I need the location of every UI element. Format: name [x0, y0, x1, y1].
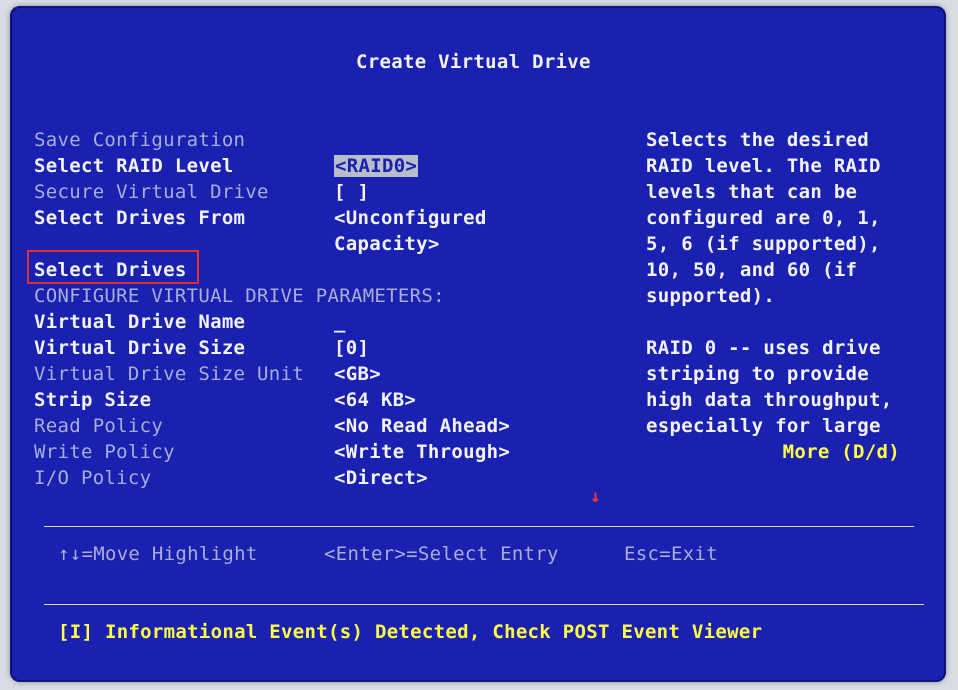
scroll-down-arrow-icon: ↓ [590, 486, 601, 507]
io-policy-value[interactable]: <Direct> [334, 465, 428, 491]
menu-item-virtual-drive-size[interactable]: Virtual Drive Size [34, 335, 245, 361]
help-line: supported). [646, 285, 776, 307]
footer-select-entry: <Enter>=Select Entry [324, 543, 559, 565]
help-line: 5, 6 (if supported), [646, 233, 881, 255]
menu-item-write-policy[interactable]: Write Policy [34, 439, 175, 465]
help-line: 10, 50, and 60 (if [646, 259, 858, 281]
menu-item-save-configuration[interactable]: Save Configuration [34, 127, 245, 153]
divider [44, 526, 914, 527]
help-line: levels that can be [646, 181, 858, 203]
virtual-drive-size-input[interactable]: [0] [334, 335, 369, 361]
help-line: RAID level. The RAID [646, 155, 881, 177]
menu-item-strip-size[interactable]: Strip Size [34, 387, 151, 413]
virtual-drive-size-unit-value[interactable]: <GB> [334, 361, 381, 387]
help-line: configured are 0, 1, [646, 207, 881, 229]
help-line: striping to provide [646, 363, 870, 385]
menu-item-read-policy[interactable]: Read Policy [34, 413, 163, 439]
page-title: Create Virtual Drive [356, 51, 591, 73]
help-line: Selects the desired [646, 129, 870, 151]
help-more-link[interactable]: More (D/d) [783, 439, 900, 465]
raid-level-value[interactable]: <RAID0> [334, 155, 419, 177]
select-drives-highlight-box [27, 250, 199, 284]
virtual-drive-name-input[interactable]: _ [334, 309, 346, 335]
secure-virtual-drive-checkbox[interactable]: [ ] [334, 179, 369, 205]
read-policy-value[interactable]: <No Read Ahead> [334, 413, 510, 439]
footer-move-highlight: ↑↓=Move Highlight [58, 543, 258, 565]
menu-item-secure-virtual-drive[interactable]: Secure Virtual Drive [34, 179, 269, 205]
status-message: [I] Informational Event(s) Detected, Che… [58, 621, 763, 643]
strip-size-value[interactable]: <64 KB> [334, 387, 416, 413]
divider [44, 604, 924, 605]
menu-item-select-raid-level[interactable]: Select RAID Level [34, 153, 234, 179]
help-line: RAID 0 -- uses drive [646, 337, 881, 359]
section-heading-configure-parameters: CONFIGURE VIRTUAL DRIVE PARAMETERS: [34, 285, 445, 307]
menu-item-io-policy[interactable]: I/O Policy [34, 465, 151, 491]
menu-item-virtual-drive-size-unit[interactable]: Virtual Drive Size Unit [34, 361, 304, 387]
menu-item-select-drives-from[interactable]: Select Drives From [34, 205, 245, 231]
footer-exit: Esc=Exit [624, 543, 718, 565]
bios-screen: Create Virtual Drive Save Configuration … [10, 6, 946, 682]
help-line: especially for large [646, 415, 881, 437]
help-line: high data throughput, [646, 389, 893, 411]
menu-item-virtual-drive-name[interactable]: Virtual Drive Name [34, 309, 245, 335]
select-drives-from-value-line2[interactable]: Capacity> [334, 231, 440, 257]
select-drives-from-value[interactable]: <Unconfigured [334, 205, 487, 231]
write-policy-value[interactable]: <Write Through> [334, 439, 510, 465]
